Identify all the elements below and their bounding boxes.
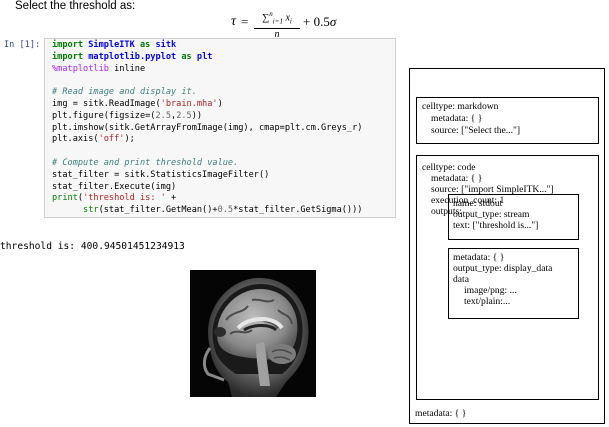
formula-tau: τ	[231, 14, 237, 29]
output1-text: text: ["threshold is..."]	[453, 220, 539, 231]
output2-metadata: metadata: { }	[453, 252, 505, 263]
brain-mri-drawing	[190, 270, 316, 397]
code-lines: import SimpleITK as sitk import matplotli…	[52, 40, 362, 217]
cell1-celltype: celltype: markdown	[422, 101, 499, 112]
cell2-celltype: celltype: code	[422, 162, 476, 173]
code-line: plt.figure(figsize=(2.5,2.5))	[52, 110, 203, 121]
code-line: img = sitk.ReadImage('brain.mha')	[52, 98, 223, 109]
output1-name: name: stdout	[453, 198, 503, 209]
code-line: # Compute and print threshold value.	[52, 157, 239, 168]
threshold-formula: τ = ∑ni=1 xi n + 0.5σ	[231, 8, 391, 40]
output2-data: data	[453, 274, 469, 285]
code-line: print('threshold is: ' +	[52, 193, 177, 204]
formula-sum-lower: i=1	[272, 17, 283, 26]
code-line: stat_filter.Execute(img)	[52, 181, 177, 192]
stdout-output: threshold is: 400.94501451234913	[0, 241, 185, 252]
formula-fraction: ∑ni=1 xi n	[254, 8, 300, 40]
cell1-metadata: metadata: { }	[431, 113, 483, 124]
code-line: import matplotlib.pyplot as plt	[52, 51, 213, 62]
formula-plus: + 0.5	[303, 14, 330, 29]
notebook-metadata: metadata: { }	[415, 408, 467, 419]
formula-sigma: σ	[329, 14, 337, 29]
formula-equals: =	[241, 14, 249, 29]
cell2-metadata: metadata: { }	[431, 173, 483, 184]
formula-tail: + 0.5σ	[303, 14, 336, 30]
code-line: # Read image and display it.	[52, 87, 197, 98]
brain-mri-image	[190, 270, 316, 397]
formula-numerator: ∑ni=1 xi	[254, 8, 300, 27]
output2-text-plain: text/plain:...	[464, 296, 511, 307]
code-line: plt.axis('off');	[52, 134, 135, 145]
code-line: str(stat_filter.GetMean()+0.5*stat_filte…	[83, 205, 363, 216]
code-line: %matplotlib inline	[52, 63, 146, 74]
cell1-source: source: ["Select the..."]	[431, 125, 521, 136]
formula-numerator-sub: i	[289, 17, 292, 26]
input-prompt: In [1]:	[4, 40, 41, 50]
code-line: import SimpleITK as sitk	[52, 40, 177, 50]
code-line: plt.imshow(sitk.GetArrayFromImage(img), …	[52, 122, 363, 133]
code-line: stat_filter = sitk.StatisticsImageFilter…	[52, 169, 270, 180]
output2-type: output_type: display_data	[453, 263, 553, 274]
markdown-heading: Select the threshold as:	[15, 0, 136, 12]
output2-image: image/png: ...	[464, 285, 517, 296]
output1-type: output_type: stream	[453, 209, 530, 220]
